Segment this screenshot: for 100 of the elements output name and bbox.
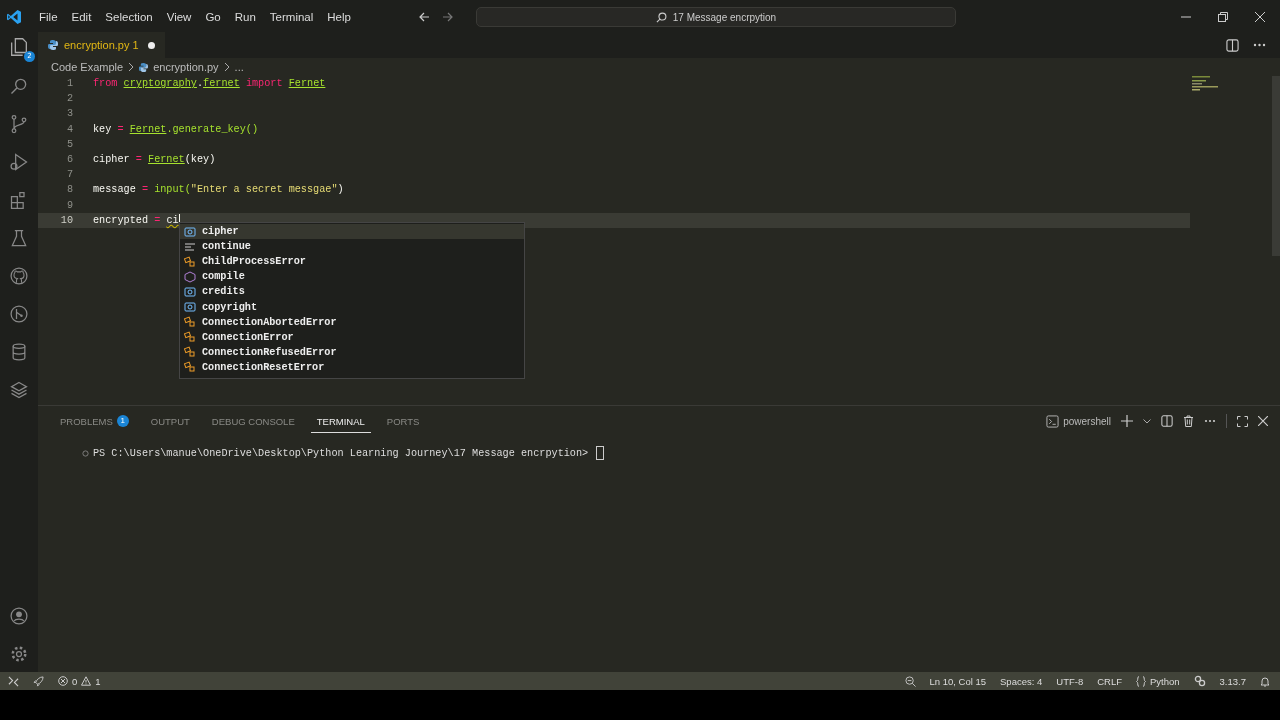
warning-icon <box>81 676 92 686</box>
suggestion-item[interactable]: ConnectionError <box>180 329 524 345</box>
breadcrumb-item[interactable]: encryption.py <box>153 61 219 73</box>
panel-tab[interactable]: TERMINAL <box>310 409 371 433</box>
class-icon <box>184 361 196 374</box>
terminal-shell-button[interactable]: powershell <box>1046 414 1111 428</box>
zoom-out-icon[interactable] <box>904 675 916 687</box>
code-line: from cryptography.fernet import Fernet <box>93 78 326 90</box>
menu-item[interactable]: Help <box>320 11 358 23</box>
cursor-position[interactable]: Ln 10, Col 15 <box>929 675 986 687</box>
suggestion-item[interactable]: compile <box>180 269 524 285</box>
back-arrow-icon[interactable] <box>417 11 430 23</box>
add-icon[interactable] <box>1121 415 1133 427</box>
variable-icon <box>184 285 196 298</box>
menu-item[interactable]: Go <box>198 11 228 23</box>
line-number: 1 <box>65 78 73 90</box>
split-editor-icon[interactable] <box>1226 38 1239 52</box>
search-icon[interactable] <box>9 76 29 96</box>
function-icon <box>184 270 196 283</box>
panel-tab[interactable]: OUTPUT <box>144 409 196 433</box>
line-number: 5 <box>65 138 73 150</box>
braces-icon <box>1136 675 1146 687</box>
suggestion-item[interactable]: credits <box>180 284 524 300</box>
flask-icon[interactable] <box>9 228 29 248</box>
chevron-icon <box>223 63 230 71</box>
menu-item[interactable]: File <box>32 11 65 23</box>
suggestion-item[interactable]: cipher <box>180 224 524 240</box>
code-line: key = Fernet.generate_key() <box>93 123 259 135</box>
variable-icon <box>184 301 196 313</box>
git-graph-icon[interactable] <box>9 304 29 324</box>
breadcrumb-item[interactable]: ... <box>234 61 244 73</box>
suggestion-item[interactable]: ConnectionResetError <box>180 359 524 375</box>
encoding-status[interactable]: UTF-8 <box>1056 675 1084 687</box>
variable-icon <box>184 225 196 238</box>
class-icon <box>184 255 196 268</box>
language-mode[interactable]: Python <box>1136 675 1180 687</box>
panel-tab[interactable]: PROBLEMS 1 <box>54 409 135 433</box>
python-file-icon <box>139 62 149 72</box>
more-icon[interactable] <box>1204 419 1216 423</box>
chevron-icon <box>128 63 135 71</box>
maximize-icon[interactable] <box>1237 415 1248 427</box>
line-number: 6 <box>65 154 73 166</box>
terminal-icon <box>1046 414 1060 428</box>
settings-icon[interactable] <box>9 644 29 664</box>
more-icon[interactable] <box>1253 43 1266 47</box>
suggestion-item[interactable]: copyright <box>180 299 524 315</box>
menu-item[interactable]: Selection <box>98 11 160 23</box>
line-number: 7 <box>65 169 73 181</box>
line-number: 8 <box>65 184 73 196</box>
close-icon[interactable] <box>1255 12 1265 22</box>
class-icon <box>184 331 196 344</box>
python-file-icon <box>48 40 58 50</box>
class-icon <box>184 316 196 329</box>
count-badge: 1 <box>116 415 129 427</box>
menu-item[interactable]: View <box>159 11 199 23</box>
menu-item[interactable]: Edit <box>64 11 99 23</box>
line-number: 9 <box>65 199 73 211</box>
search-icon <box>655 11 667 23</box>
suggestion-item[interactable]: ConnectionRefusedError <box>180 344 524 360</box>
keyword-icon <box>184 240 196 253</box>
suggestion-item[interactable]: ConnectionAbortedError <box>180 314 524 330</box>
run-debug-icon[interactable] <box>9 152 29 172</box>
explorer-files-icon[interactable] <box>8 36 30 58</box>
panel-tab[interactable]: DEBUG CONSOLE <box>205 409 301 433</box>
editor-tab[interactable]: encryption.py 1 <box>38 32 165 58</box>
line-number: 3 <box>65 108 73 120</box>
layers-icon[interactable] <box>9 380 29 400</box>
trash-icon[interactable] <box>1183 415 1194 427</box>
problems-status[interactable]: 0 1 <box>58 675 101 687</box>
menu-item[interactable]: Terminal <box>262 11 321 23</box>
python-version[interactable]: 3.13.7 <box>1219 675 1246 687</box>
app-logo-icon <box>6 9 22 25</box>
chevron-down-icon[interactable] <box>1143 418 1151 424</box>
terminal-prompt: PS C:\Users\manue\OneDrive\Desktop\Python Learning Journey\17 Message encrpytion> <box>93 447 589 459</box>
source-control-icon[interactable] <box>9 114 29 134</box>
class-icon <box>184 346 196 359</box>
command-center[interactable]: 17 Message encrpytion <box>475 7 956 27</box>
suggestion-item[interactable]: continue <box>180 239 524 255</box>
panel-tab[interactable]: PORTS <box>380 409 426 433</box>
line-ending-status[interactable]: CRLF <box>1097 675 1122 687</box>
code-line: cipher = Fernet(key) <box>93 154 216 166</box>
suggestion-item[interactable]: ChildProcessError <box>180 254 524 270</box>
account-icon[interactable] <box>9 606 29 626</box>
github-icon[interactable] <box>9 266 29 286</box>
line-number: 4 <box>65 123 73 135</box>
restore-icon[interactable] <box>1218 12 1228 22</box>
remote-icon[interactable] <box>8 675 19 687</box>
bell-icon[interactable] <box>1260 675 1270 687</box>
split-terminal-icon[interactable] <box>1161 415 1173 427</box>
breadcrumb-item[interactable]: Code Example <box>51 61 124 73</box>
menu-item[interactable]: Run <box>227 11 263 23</box>
close-icon[interactable] <box>1258 416 1268 426</box>
code-line: encrypted = ci <box>93 214 179 226</box>
code-line: message = input("Enter a secret messgae") <box>93 184 344 196</box>
terminal-cursor <box>596 446 605 460</box>
rocket-icon[interactable] <box>33 675 44 687</box>
line-number: 2 <box>65 93 73 105</box>
forward-arrow-icon[interactable] <box>441 11 454 23</box>
indentation-status[interactable]: Spaces: 4 <box>1000 675 1043 687</box>
circle-icon <box>82 449 89 457</box>
